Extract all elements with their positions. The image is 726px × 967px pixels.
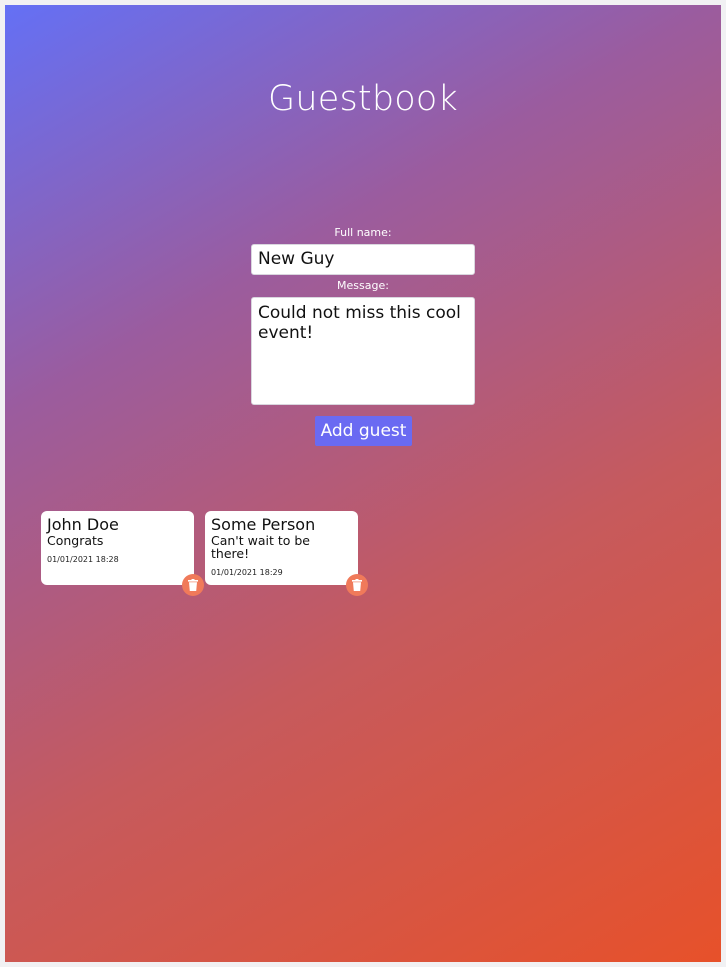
guest-message: Congrats <box>47 533 104 548</box>
trash-icon <box>188 579 198 591</box>
full-name-label: Full name: <box>334 226 392 239</box>
guest-card: John Doe Congrats 01/01/2021 18:28 <box>41 511 194 585</box>
message-label: Message: <box>337 279 389 292</box>
page-background: Guestbook Full name: New Guy Message: Co… <box>5 5 721 962</box>
trash-icon <box>352 579 362 591</box>
guest-message: Can't wait to be there! <box>211 533 310 561</box>
message-textarea[interactable]: Could not miss this cool event! <box>251 297 475 405</box>
guest-date: 01/01/2021 18:28 <box>47 555 119 564</box>
guest-card: Some Person Can't wait to be there! 01/0… <box>205 511 358 585</box>
delete-guest-button[interactable] <box>182 574 204 596</box>
add-guest-button[interactable]: Add guest <box>315 416 412 446</box>
guest-name: Some Person <box>211 515 316 534</box>
guest-name: John Doe <box>47 515 119 534</box>
page-title: Guestbook <box>268 79 458 119</box>
guest-date: 01/01/2021 18:29 <box>211 568 283 577</box>
delete-guest-button[interactable] <box>346 574 368 596</box>
full-name-input[interactable]: New Guy <box>251 244 475 275</box>
